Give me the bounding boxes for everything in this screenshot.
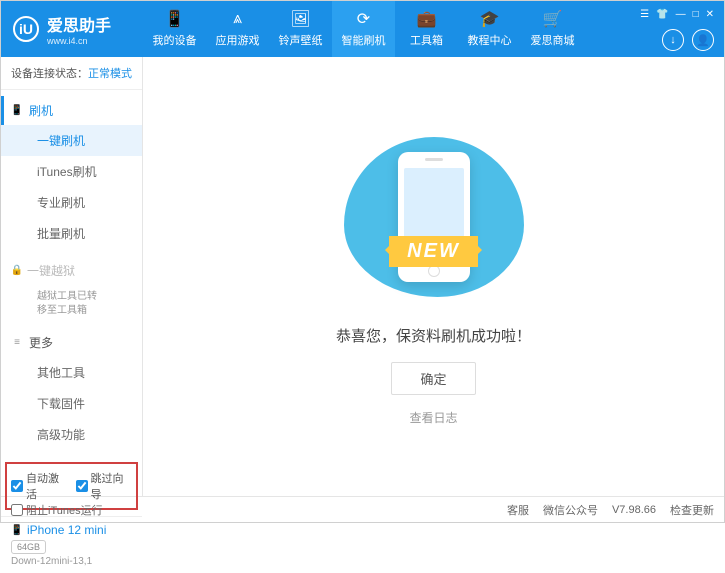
user-button[interactable]: 👤 <box>692 29 714 51</box>
main-content: NEW 恭喜您，保资料刷机成功啦！ 确定 查看日志 <box>143 57 724 496</box>
sidebar-item-advanced[interactable]: 高级功能 <box>1 419 142 450</box>
logo-area: iU 爱思助手 www.i4.cn <box>1 12 143 46</box>
nav-smart-flash[interactable]: ⟳智能刷机 <box>332 1 395 57</box>
nav-my-device[interactable]: 📱我的设备 <box>143 1 206 57</box>
download-button[interactable]: ↓ <box>662 29 684 51</box>
connection-status: 设备连接状态：正常模式 <box>1 57 142 90</box>
connection-mode: 正常模式 <box>88 68 132 80</box>
sidebar-group-more: ≡更多 其他工具 下载固件 高级功能 <box>1 322 142 456</box>
new-ribbon: NEW <box>389 236 478 267</box>
check-skip-guide[interactable]: 跳过向导 <box>76 470 133 502</box>
check-update-link[interactable]: 检查更新 <box>670 502 714 518</box>
wechat-link[interactable]: 微信公众号 <box>543 502 598 518</box>
minimize-button[interactable]: — <box>674 7 688 22</box>
phone-icon: 📱 <box>11 524 23 536</box>
phone-icon: 📱 <box>11 105 23 117</box>
success-illustration: NEW <box>314 127 554 307</box>
phone-icon: 📱 <box>166 10 184 28</box>
sidebar-header-flash[interactable]: 📱刷机 <box>1 96 142 125</box>
skin-button[interactable]: 👕 <box>654 7 670 22</box>
check-auto-activate[interactable]: 自动激活 <box>11 470 68 502</box>
window-controls: ☰ 👕 — □ ✕ <box>638 7 716 22</box>
sidebar-item-pro-flash[interactable]: 专业刷机 <box>1 187 142 218</box>
tutorial-icon: 🎓 <box>481 10 499 28</box>
success-message: 恭喜您，保资料刷机成功啦！ <box>336 325 531 346</box>
sidebar-item-batch-flash[interactable]: 批量刷机 <box>1 218 142 249</box>
app-name: 爱思助手 <box>47 12 111 36</box>
lock-icon: 🔒 <box>11 265 23 277</box>
sidebar-item-other-tools[interactable]: 其他工具 <box>1 357 142 388</box>
block-itunes-check[interactable]: 阻止iTunes运行 <box>11 502 103 518</box>
app-header: iU 爱思助手 www.i4.cn 📱我的设备 ⩓应用游戏 🖼铃声壁纸 ⟳智能刷… <box>1 1 724 57</box>
sidebar-item-jailbreak: 🔒一键越狱 <box>1 255 142 286</box>
block-itunes-input[interactable] <box>11 504 23 516</box>
refresh-icon: ⟳ <box>355 10 373 28</box>
sidebar-item-itunes-flash[interactable]: iTunes刷机 <box>1 156 142 187</box>
menu-button[interactable]: ☰ <box>638 7 651 22</box>
header-actions: ↓ 👤 <box>662 29 714 51</box>
check-skip-guide-input[interactable] <box>76 480 88 492</box>
check-auto-activate-input[interactable] <box>11 480 23 492</box>
sidebar-item-oneclick-flash[interactable]: 一键刷机 <box>1 125 142 156</box>
device-name: 📱iPhone 12 mini <box>11 523 132 537</box>
view-log-link[interactable]: 查看日志 <box>409 409 457 426</box>
nav-tutorial[interactable]: 🎓教程中心 <box>458 1 521 57</box>
nav-store[interactable]: 🛒爱思商城 <box>521 1 584 57</box>
toolbox-icon: 💼 <box>418 10 436 28</box>
main-nav: 📱我的设备 ⩓应用游戏 🖼铃声壁纸 ⟳智能刷机 💼工具箱 🎓教程中心 🛒爱思商城 <box>143 1 584 57</box>
confirm-button[interactable]: 确定 <box>391 362 475 395</box>
close-button[interactable]: ✕ <box>704 7 716 22</box>
app-url: www.i4.cn <box>47 36 111 46</box>
apps-icon: ⩓ <box>229 10 247 28</box>
sidebar-group-flash: 📱刷机 一键刷机 iTunes刷机 专业刷机 批量刷机 <box>1 90 142 255</box>
sidebar-item-download-firmware[interactable]: 下载固件 <box>1 388 142 419</box>
device-subinfo: Down-12mini-13,1 <box>11 556 132 567</box>
device-info[interactable]: 📱iPhone 12 mini 64GB Down-12mini-13,1 <box>1 516 142 573</box>
customer-service-link[interactable]: 客服 <box>507 502 529 518</box>
sidebar: 设备连接状态：正常模式 📱刷机 一键刷机 iTunes刷机 专业刷机 批量刷机 … <box>1 57 143 496</box>
app-logo-icon: iU <box>13 16 39 42</box>
version-label: V7.98.66 <box>612 504 656 516</box>
store-icon: 🛒 <box>544 10 562 28</box>
device-storage-badge: 64GB <box>11 540 46 554</box>
menu-icon: ≡ <box>11 337 23 349</box>
app-body: 设备连接状态：正常模式 📱刷机 一键刷机 iTunes刷机 专业刷机 批量刷机 … <box>1 57 724 496</box>
sidebar-header-more[interactable]: ≡更多 <box>1 328 142 357</box>
nav-toolbox[interactable]: 💼工具箱 <box>395 1 458 57</box>
wallpaper-icon: 🖼 <box>292 10 310 28</box>
maximize-button[interactable]: □ <box>691 7 701 22</box>
nav-ringtone-wallpaper[interactable]: 🖼铃声壁纸 <box>269 1 332 57</box>
nav-apps-games[interactable]: ⩓应用游戏 <box>206 1 269 57</box>
jailbreak-note: 越狱工具已转移至工具箱 <box>1 286 142 322</box>
